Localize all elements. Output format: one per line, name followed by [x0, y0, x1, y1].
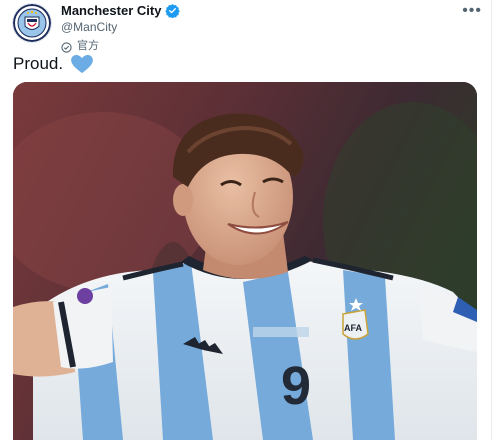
player-celebration-photo: 9 AFA: [13, 82, 477, 440]
official-badge-icon: [61, 40, 72, 53]
tweet-card: Manchester City @ManCity 官方 ••• Proud. 9…: [0, 0, 500, 440]
official-label: 官方: [77, 40, 99, 52]
avatar[interactable]: [12, 3, 52, 43]
display-name[interactable]: Manchester City: [61, 3, 161, 18]
official-label-row: 官方: [61, 37, 180, 53]
name-row: Manchester City: [61, 3, 181, 19]
scrollbar-track[interactable]: [491, 0, 500, 440]
blue-heart-icon: [71, 54, 93, 74]
manchester-city-crest-icon: [13, 4, 51, 42]
jersey-number: 9: [281, 356, 311, 416]
tweet-text-content: Proud.: [13, 54, 64, 73]
tweet-text: Proud.: [13, 54, 93, 74]
more-options-button[interactable]: •••: [462, 3, 482, 19]
tweet-media-photo[interactable]: 9 AFA: [13, 82, 477, 440]
verified-badge-icon: [165, 3, 181, 19]
handle[interactable]: @ManCity: [61, 20, 180, 34]
jersey-crest-text: AFA: [344, 323, 363, 333]
author-block: Manchester City @ManCity 官方: [61, 3, 181, 53]
